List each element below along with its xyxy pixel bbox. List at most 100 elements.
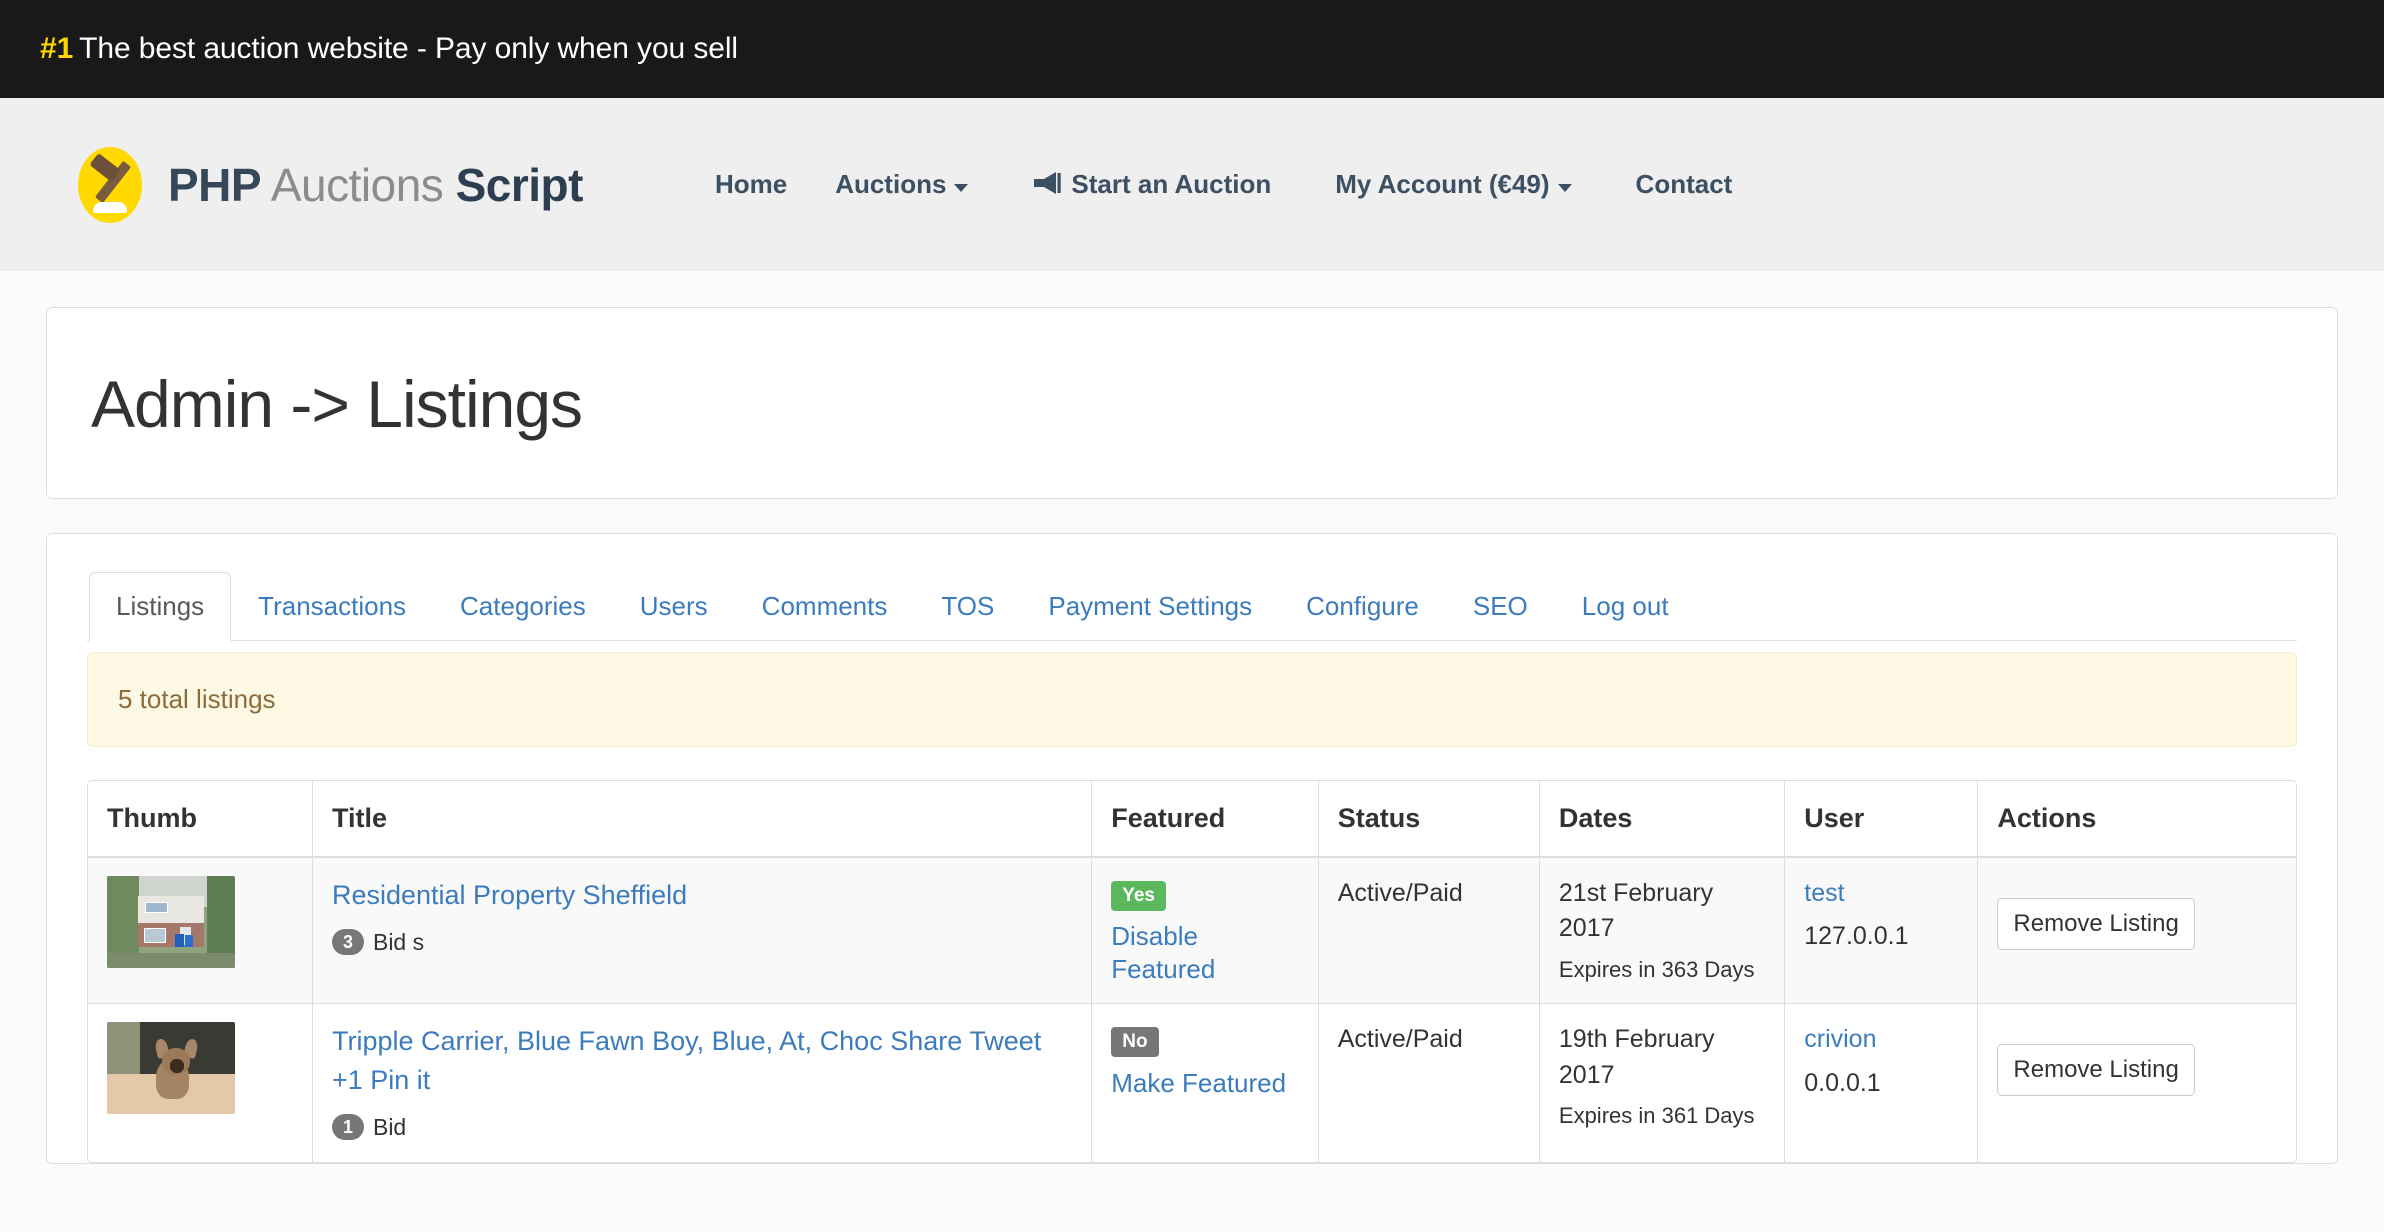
listing-thumbnail-image[interactable] [107,1022,235,1114]
listing-thumbnail-image[interactable] [107,875,235,968]
bid-label: Bid [372,1114,407,1140]
tab-label: TOS [941,591,995,621]
listings-table: Thumb Title Featured Status Dates User A… [88,780,2296,1162]
table-header-row: Thumb Title Featured Status Dates User A… [88,780,2296,858]
brand-php: PHP [168,158,262,211]
cell-status: Active/Paid [1318,856,1540,1004]
toggle-featured-link[interactable]: Disable Featured [1111,920,1298,985]
column-header-status: Status [1318,780,1540,858]
nav-label-start-an-auction: Start an Auction [1071,169,1272,199]
chevron-down-icon [1557,183,1572,192]
listing-bid-info: 1 Bid [331,1111,1072,1144]
cell-thumb [88,856,313,1004]
nav-item-contact[interactable]: Contact [1612,159,1757,210]
bullhorn-icon [1032,170,1062,203]
promo-rank: #1 [40,32,74,65]
cell-actions: Remove Listing [1977,1002,2296,1162]
tab-label: SEO [1472,591,1528,621]
tab-payment-settings[interactable]: Payment Settings [1021,572,1279,641]
nav-item-start-an-auction[interactable]: Start an Auction [1008,158,1295,211]
featured-badge: Yes [1111,880,1166,911]
cell-user: crivion 0.0.0.1 [1784,1002,1979,1162]
tab-listings[interactable]: Listings [89,572,232,641]
listing-user-link[interactable]: test [1804,876,1958,912]
nav-label-my-account: My Account (€49) [1335,169,1550,199]
tab-users[interactable]: Users [613,572,735,641]
tab-label: Listings [116,591,205,621]
tab-log-out[interactable]: Log out [1555,572,1696,641]
listing-title-link[interactable]: Residential Property Sheffield [332,880,687,910]
cell-featured: Yes Disable Featured [1091,856,1319,1004]
table-row: Tripple Carrier, Blue Fawn Boy, Blue, At… [88,1002,2296,1162]
admin-tabs: Listings Transactions Categories Users C… [87,572,2297,641]
nav-label-home: Home [714,169,788,199]
listing-user-ip: 0.0.0.1 [1804,1068,1881,1097]
brand-name: PHP Auctions Script [168,158,583,212]
listings-table-head: Thumb Title Featured Status Dates User A… [88,780,2296,858]
listing-date: 19th February 2017 [1558,1025,1715,1089]
tab-label: Categories [460,591,586,621]
listing-title-link[interactable]: Tripple Carrier, Blue Fawn Boy, Blue, At… [332,1026,1041,1095]
tab-transactions[interactable]: Transactions [231,572,433,641]
promo-banner-text: #1 The best auction website - Pay only wh… [40,32,738,66]
tab-label: Comments [761,591,888,621]
remove-listing-button[interactable]: Remove Listing [1997,897,2195,950]
toggle-featured-link[interactable]: Make Featured [1111,1067,1298,1100]
column-header-thumb: Thumb [88,780,313,858]
nav-item-auctions[interactable]: Auctions [811,159,992,210]
cell-title: Tripple Carrier, Blue Fawn Boy, Blue, At… [312,1002,1093,1162]
page-container: Admin -> Listings Listings Transactions … [0,307,2384,1164]
column-header-featured: Featured [1091,780,1319,858]
site-header: PHP Auctions Script Home Auctions Start … [0,98,2384,271]
listing-status: Active/Paid [1337,878,1463,907]
listing-user-link[interactable]: crivion [1804,1022,1958,1058]
remove-listing-button[interactable]: Remove Listing [1997,1044,2195,1096]
promo-banner: #1 The best auction website - Pay only wh… [0,0,2384,98]
listings-table-wrapper: Thumb Title Featured Status Dates User A… [87,779,2297,1163]
listing-expiry: Expires in 361 Days [1558,1103,1755,1128]
nav-label-contact: Contact [1635,169,1733,199]
listing-user-ip: 127.0.0.1 [1804,922,1909,950]
cell-title: Residential Property Sheffield 3 Bid s [312,856,1093,1004]
column-header-dates: Dates [1539,780,1786,858]
tab-label: Transactions [258,591,407,621]
bid-label: Bid s [372,929,425,955]
nav-label-auctions: Auctions [835,169,947,199]
gavel-icon [78,146,142,223]
cell-dates: 21st February 2017 Expires in 363 Days [1539,856,1786,1004]
column-header-title: Title [312,780,1093,858]
column-header-user: User [1784,780,1979,858]
cell-status: Active/Paid [1318,1002,1540,1162]
tab-label: Payment Settings [1048,591,1253,621]
listing-status: Active/Paid [1337,1025,1463,1053]
cell-actions: Remove Listing [1977,856,2296,1004]
bid-count-badge: 3 [331,929,364,956]
brand-script: Script [455,158,584,211]
page-title: Admin -> Listings [91,367,583,441]
listing-date: 21st February 2017 [1558,878,1714,943]
admin-panel: Listings Transactions Categories Users C… [46,533,2338,1164]
nav-item-home[interactable]: Home [691,159,811,210]
chevron-down-icon [954,183,969,192]
nav-item-my-account[interactable]: My Account (€49) [1311,159,1595,210]
bid-count-badge: 1 [331,1114,364,1141]
tab-configure[interactable]: Configure [1279,572,1446,641]
cell-dates: 19th February 2017 Expires in 361 Days [1539,1002,1786,1162]
tab-label: Log out [1581,591,1669,621]
listings-table-body: Residential Property Sheffield 3 Bid s Y… [88,856,2296,1162]
tab-categories[interactable]: Categories [433,572,613,641]
tab-seo[interactable]: SEO [1446,572,1555,641]
listings-count-alert: 5 total listings [87,651,2297,747]
table-row: Residential Property Sheffield 3 Bid s Y… [88,856,2296,1004]
cell-featured: No Make Featured [1091,1002,1319,1162]
tab-tos[interactable]: TOS [914,572,1021,641]
tab-label: Users [639,591,708,621]
main-navigation: Home Auctions Start an Auction My Accoun… [691,158,1756,211]
promo-tagline: The best auction website - Pay only when… [79,32,738,65]
cell-user: test 127.0.0.1 [1784,856,1979,1004]
featured-badge: No [1111,1027,1159,1057]
brand-auctions: Auctions [270,158,444,211]
tab-comments[interactable]: Comments [735,572,915,641]
listing-bid-info: 3 Bid s [331,926,1072,959]
brand-logo-link[interactable]: PHP Auctions Script [78,146,583,223]
